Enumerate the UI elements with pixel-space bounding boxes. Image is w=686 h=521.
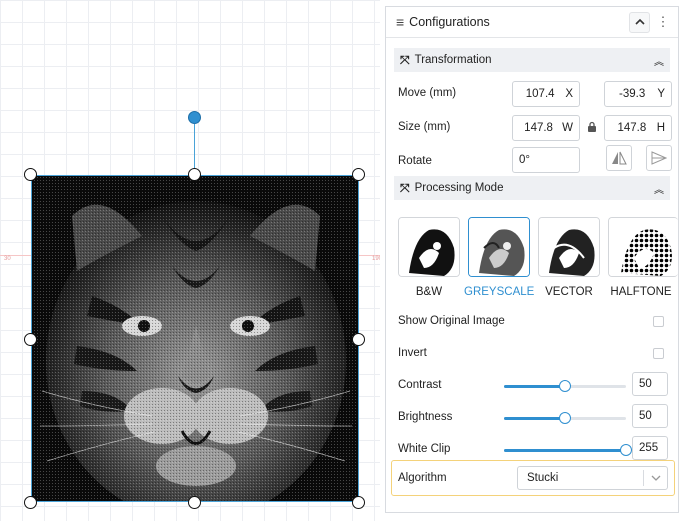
- expand-arrows-icon: ⤧: [400, 180, 410, 195]
- resize-handle-top-right[interactable]: [352, 168, 365, 181]
- algorithm-label: Algorithm: [398, 472, 447, 484]
- ruler-label-right: 190: [372, 256, 380, 262]
- rotate-field[interactable]: 0°: [512, 147, 580, 173]
- mode-label-halftone[interactable]: HALFTONE: [606, 286, 676, 298]
- white-clip-slider[interactable]: [504, 444, 632, 456]
- chevron-up-icon: [634, 18, 645, 25]
- ruler-label-left: 30: [4, 256, 11, 262]
- size-h-field[interactable]: 147.8 H: [604, 115, 672, 141]
- resize-handle-left[interactable]: [24, 333, 37, 346]
- tiger-image-art: [32, 176, 358, 501]
- mode-label-greyscale[interactable]: GREYSCALE: [464, 286, 534, 298]
- tiger-image[interactable]: [31, 175, 359, 502]
- size-w-unit: W: [562, 122, 573, 134]
- configurations-panel: ≡ Configurations ⋮ ⤧ Transformation ︽ Mo…: [385, 6, 679, 513]
- resize-handle-right[interactable]: [352, 333, 365, 346]
- resize-handle-top-left[interactable]: [24, 168, 37, 181]
- rotate-value: 0°: [519, 154, 530, 166]
- halftone-thumbnail: [609, 218, 678, 276]
- more-vertical-icon[interactable]: ⋮: [654, 14, 672, 30]
- contrast-slider-fill: [504, 385, 565, 388]
- invert-label: Invert: [398, 347, 427, 359]
- show-original-checkbox[interactable]: [653, 316, 664, 327]
- mode-card-greyscale[interactable]: [468, 217, 530, 277]
- section-title: Processing Mode: [414, 182, 504, 194]
- show-original-label: Show Original Image: [398, 315, 505, 327]
- chevron-down-icon[interactable]: [643, 470, 667, 486]
- algorithm-value: Stucki: [527, 472, 559, 484]
- size-w-field[interactable]: 147.8 W: [512, 115, 580, 141]
- algorithm-select[interactable]: Stucki: [517, 466, 668, 490]
- contrast-slider-thumb[interactable]: [559, 380, 571, 392]
- double-chevron-up-icon[interactable]: ︽: [654, 181, 664, 196]
- flip-horizontal-icon: [612, 151, 627, 165]
- design-canvas[interactable]: 30 190: [0, 0, 380, 521]
- mode-card-halftone[interactable]: [608, 217, 678, 277]
- section-title: Transformation: [414, 54, 492, 66]
- section-transformation[interactable]: ⤧ Transformation ︽: [394, 48, 670, 72]
- panel-title: Configurations: [409, 15, 490, 29]
- double-chevron-up-icon[interactable]: ︽: [654, 53, 664, 68]
- resize-handle-top[interactable]: [188, 168, 201, 181]
- move-y-field[interactable]: -39.3 Y: [604, 81, 672, 107]
- flip-vertical-icon: [651, 151, 667, 165]
- panel-header: ≡ Configurations ⋮: [386, 7, 678, 38]
- move-x-unit: X: [565, 88, 573, 100]
- brightness-slider-thumb[interactable]: [559, 412, 571, 424]
- size-h-value: 147.8: [617, 122, 647, 134]
- flip-vertical-button[interactable]: [646, 145, 672, 171]
- invert-checkbox[interactable]: [653, 348, 664, 359]
- section-processing-mode[interactable]: ⤧ Processing Mode ︽: [394, 176, 670, 200]
- move-y-value: -39.3: [619, 88, 646, 100]
- white-clip-slider-thumb[interactable]: [620, 444, 632, 456]
- mode-label-vector[interactable]: VECTOR: [534, 286, 604, 298]
- move-x-value: 107.4: [525, 88, 555, 100]
- contrast-input[interactable]: 50: [632, 372, 668, 396]
- resize-handle-bottom-left[interactable]: [24, 496, 37, 509]
- contrast-slider[interactable]: [504, 380, 626, 392]
- brightness-slider-fill: [504, 417, 565, 420]
- vector-thumbnail: [539, 218, 599, 276]
- lock-icon[interactable]: [587, 121, 597, 133]
- expand-arrows-icon: ⤧: [400, 52, 410, 67]
- white-clip-input[interactable]: 255: [632, 436, 668, 460]
- size-w-value: 147.8: [524, 122, 553, 134]
- mode-card-bw[interactable]: [398, 217, 460, 277]
- resize-handle-bottom-right[interactable]: [352, 496, 365, 509]
- brightness-input[interactable]: 50: [632, 404, 668, 428]
- move-y-unit: Y: [657, 88, 665, 100]
- mode-card-vector[interactable]: [538, 217, 600, 277]
- mode-label-bw[interactable]: B&W: [394, 286, 464, 298]
- flip-horizontal-button[interactable]: [606, 145, 632, 171]
- size-h-unit: H: [656, 122, 665, 134]
- brightness-slider[interactable]: [504, 412, 626, 424]
- rotation-handle[interactable]: [188, 111, 201, 124]
- collapse-panel-button[interactable]: [629, 11, 650, 33]
- white-clip-slider-fill: [504, 449, 626, 452]
- algorithm-row: Algorithm Stucki: [391, 460, 675, 496]
- hamburger-icon[interactable]: ≡: [396, 14, 404, 30]
- greyscale-thumbnail: [469, 218, 529, 276]
- move-x-field[interactable]: 107.4 X: [512, 81, 580, 107]
- resize-handle-bottom[interactable]: [188, 496, 201, 509]
- bw-thumbnail: [399, 218, 459, 276]
